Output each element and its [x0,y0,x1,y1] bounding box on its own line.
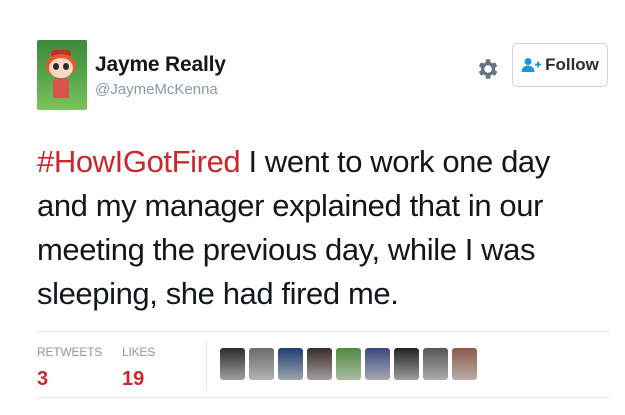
user-handle[interactable]: @JaymeMcKenna [95,81,218,98]
liker-avatar[interactable] [394,348,419,380]
liker-avatar[interactable] [307,348,332,380]
liker-avatars [220,348,477,380]
add-user-icon [521,58,542,72]
display-name[interactable]: Jayme Really [95,53,226,77]
profile-avatar[interactable] [37,40,87,110]
retweets-count[interactable]: 3 [37,368,48,391]
liker-avatar[interactable] [365,348,390,380]
liker-avatar[interactable] [249,348,274,380]
avatar-eye-right [63,63,69,70]
avatar-eye-left [53,63,59,70]
avatar-body [53,78,69,98]
liker-avatar[interactable] [278,348,303,380]
liker-avatar[interactable] [336,348,361,380]
liker-avatar[interactable] [423,348,448,380]
divider-top [37,331,610,332]
stats-separator [206,342,207,390]
hashtag-link[interactable]: #HowIGotFired [37,144,241,179]
divider-bottom [37,397,610,398]
likes-count[interactable]: 19 [122,368,144,391]
follow-label: Follow [545,55,599,74]
follow-button[interactable]: Follow [512,43,608,87]
liker-avatar[interactable] [220,348,245,380]
retweets-label[interactable]: RETWEETS [37,345,102,359]
tweet-text: #HowIGotFired I went to work one day and… [37,140,597,316]
likes-label[interactable]: LIKES [122,345,155,359]
liker-avatar[interactable] [452,348,477,380]
gear-icon[interactable] [474,56,500,82]
